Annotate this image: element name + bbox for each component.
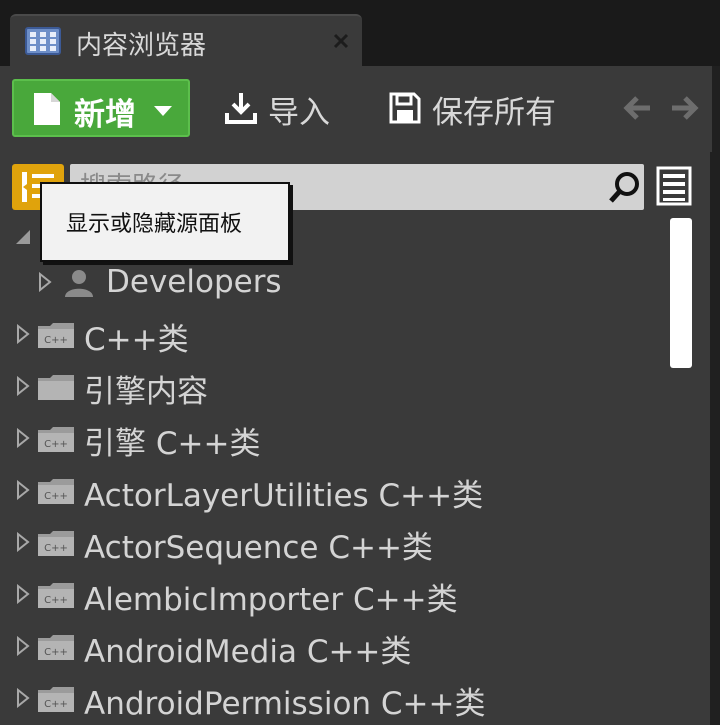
- chevron-right-icon[interactable]: [16, 583, 30, 605]
- forward-arrow-icon[interactable]: [668, 92, 700, 124]
- chevron-right-icon[interactable]: [16, 479, 30, 501]
- view-options-icon[interactable]: [656, 166, 692, 206]
- tree-item-label: ActorLayerUtilities C++类: [84, 478, 484, 514]
- tree-item-label: AlembicImporter C++类: [84, 582, 458, 618]
- tree-item-label: AndroidMedia C++类: [84, 634, 412, 670]
- folder-icon: [36, 372, 76, 402]
- tree-item[interactable]: C++ C++类: [0, 308, 660, 360]
- cpp-folder-icon: C++: [36, 580, 76, 610]
- tree-item-label: C++类: [84, 322, 189, 358]
- new-document-icon: [32, 91, 62, 127]
- tree-item[interactable]: C++ AndroidMedia C++类: [0, 620, 660, 672]
- tree-item[interactable]: C++ ActorSequence C++类: [0, 516, 660, 568]
- chevron-right-icon[interactable]: [16, 635, 30, 657]
- tree-item[interactable]: C++ AlembicImporter C++类: [0, 568, 660, 620]
- tooltip: 显示或隐藏源面板: [40, 182, 290, 262]
- chevron-right-icon[interactable]: [16, 531, 30, 553]
- svg-text:C++: C++: [44, 543, 68, 554]
- tab-content-browser[interactable]: 内容浏览器: [10, 14, 362, 66]
- tree-item-label: 引擎 C++类: [84, 426, 261, 462]
- back-arrow-icon[interactable]: [622, 92, 654, 124]
- search-icon[interactable]: [608, 170, 642, 204]
- content-panel: Developers C++ C++类引擎内容 C++ 引擎 C++类 C++ Actor…: [0, 152, 720, 725]
- tree-item-label: ActorSequence C++类: [84, 530, 433, 566]
- chevron-down-icon: [152, 103, 174, 117]
- save-all-button[interactable]: 保存所有: [382, 79, 582, 137]
- chevron-right-icon[interactable]: [16, 687, 30, 709]
- tree-item-label: 引擎内容: [84, 374, 208, 410]
- svg-text:C++: C++: [44, 647, 68, 658]
- cpp-folder-icon: C++: [36, 424, 76, 454]
- svg-text:C++: C++: [44, 699, 68, 710]
- cpp-folder-icon: C++: [36, 528, 76, 558]
- tree-item[interactable]: C++ 引擎 C++类: [0, 412, 660, 464]
- tree-item-developers[interactable]: Developers: [0, 256, 660, 308]
- tree-item-label: Developers: [106, 264, 282, 300]
- cpp-folder-icon: C++: [36, 476, 76, 506]
- import-button[interactable]: 导入: [218, 79, 348, 137]
- toolbar: 新增 导入 保存所有: [0, 66, 720, 152]
- chevron-right-icon[interactable]: [16, 375, 30, 397]
- svg-text:C++: C++: [44, 439, 68, 450]
- folder-tree: Developers C++ C++类引擎内容 C++ 引擎 C++类 C++ Actor…: [0, 214, 660, 725]
- toolbar-edge: [712, 66, 720, 152]
- import-icon: [224, 91, 258, 125]
- svg-text:C++: C++: [44, 335, 68, 346]
- svg-text:C++: C++: [44, 595, 68, 606]
- import-label: 导入: [268, 95, 330, 131]
- tree-item[interactable]: C++ AndroidPermission C++类: [0, 672, 660, 724]
- user-icon: [62, 268, 96, 298]
- cpp-folder-icon: C++: [36, 684, 76, 714]
- tab-bar: 内容浏览器: [0, 0, 720, 66]
- content-browser-window: 内容浏览器 新增 导入 保存所有 搜索路径 Developers C++ C++…: [0, 0, 720, 725]
- chevron-right-icon[interactable]: [16, 323, 30, 345]
- save-all-label: 保存所有: [432, 95, 556, 131]
- content-browser-icon: [24, 26, 62, 56]
- expanded-arrow-icon[interactable]: [14, 228, 32, 246]
- save-icon: [388, 91, 422, 125]
- cpp-folder-icon: C++: [36, 632, 76, 662]
- close-icon[interactable]: [332, 32, 350, 50]
- scrollbar-thumb[interactable]: [670, 218, 692, 368]
- tooltip-text: 显示或隐藏源面板: [66, 212, 243, 237]
- add-new-button[interactable]: 新增: [12, 79, 190, 137]
- tree-item-label: AndroidPermission C++类: [84, 686, 486, 722]
- tree-item[interactable]: 引擎内容: [0, 360, 660, 412]
- add-new-label: 新增: [74, 97, 136, 133]
- tab-title: 内容浏览器: [76, 31, 207, 61]
- chevron-right-icon[interactable]: [38, 271, 52, 293]
- svg-text:C++: C++: [44, 491, 68, 502]
- chevron-right-icon[interactable]: [16, 427, 30, 449]
- cpp-folder-icon: C++: [36, 320, 76, 350]
- tree-item[interactable]: C++ ActorLayerUtilities C++类: [0, 464, 660, 516]
